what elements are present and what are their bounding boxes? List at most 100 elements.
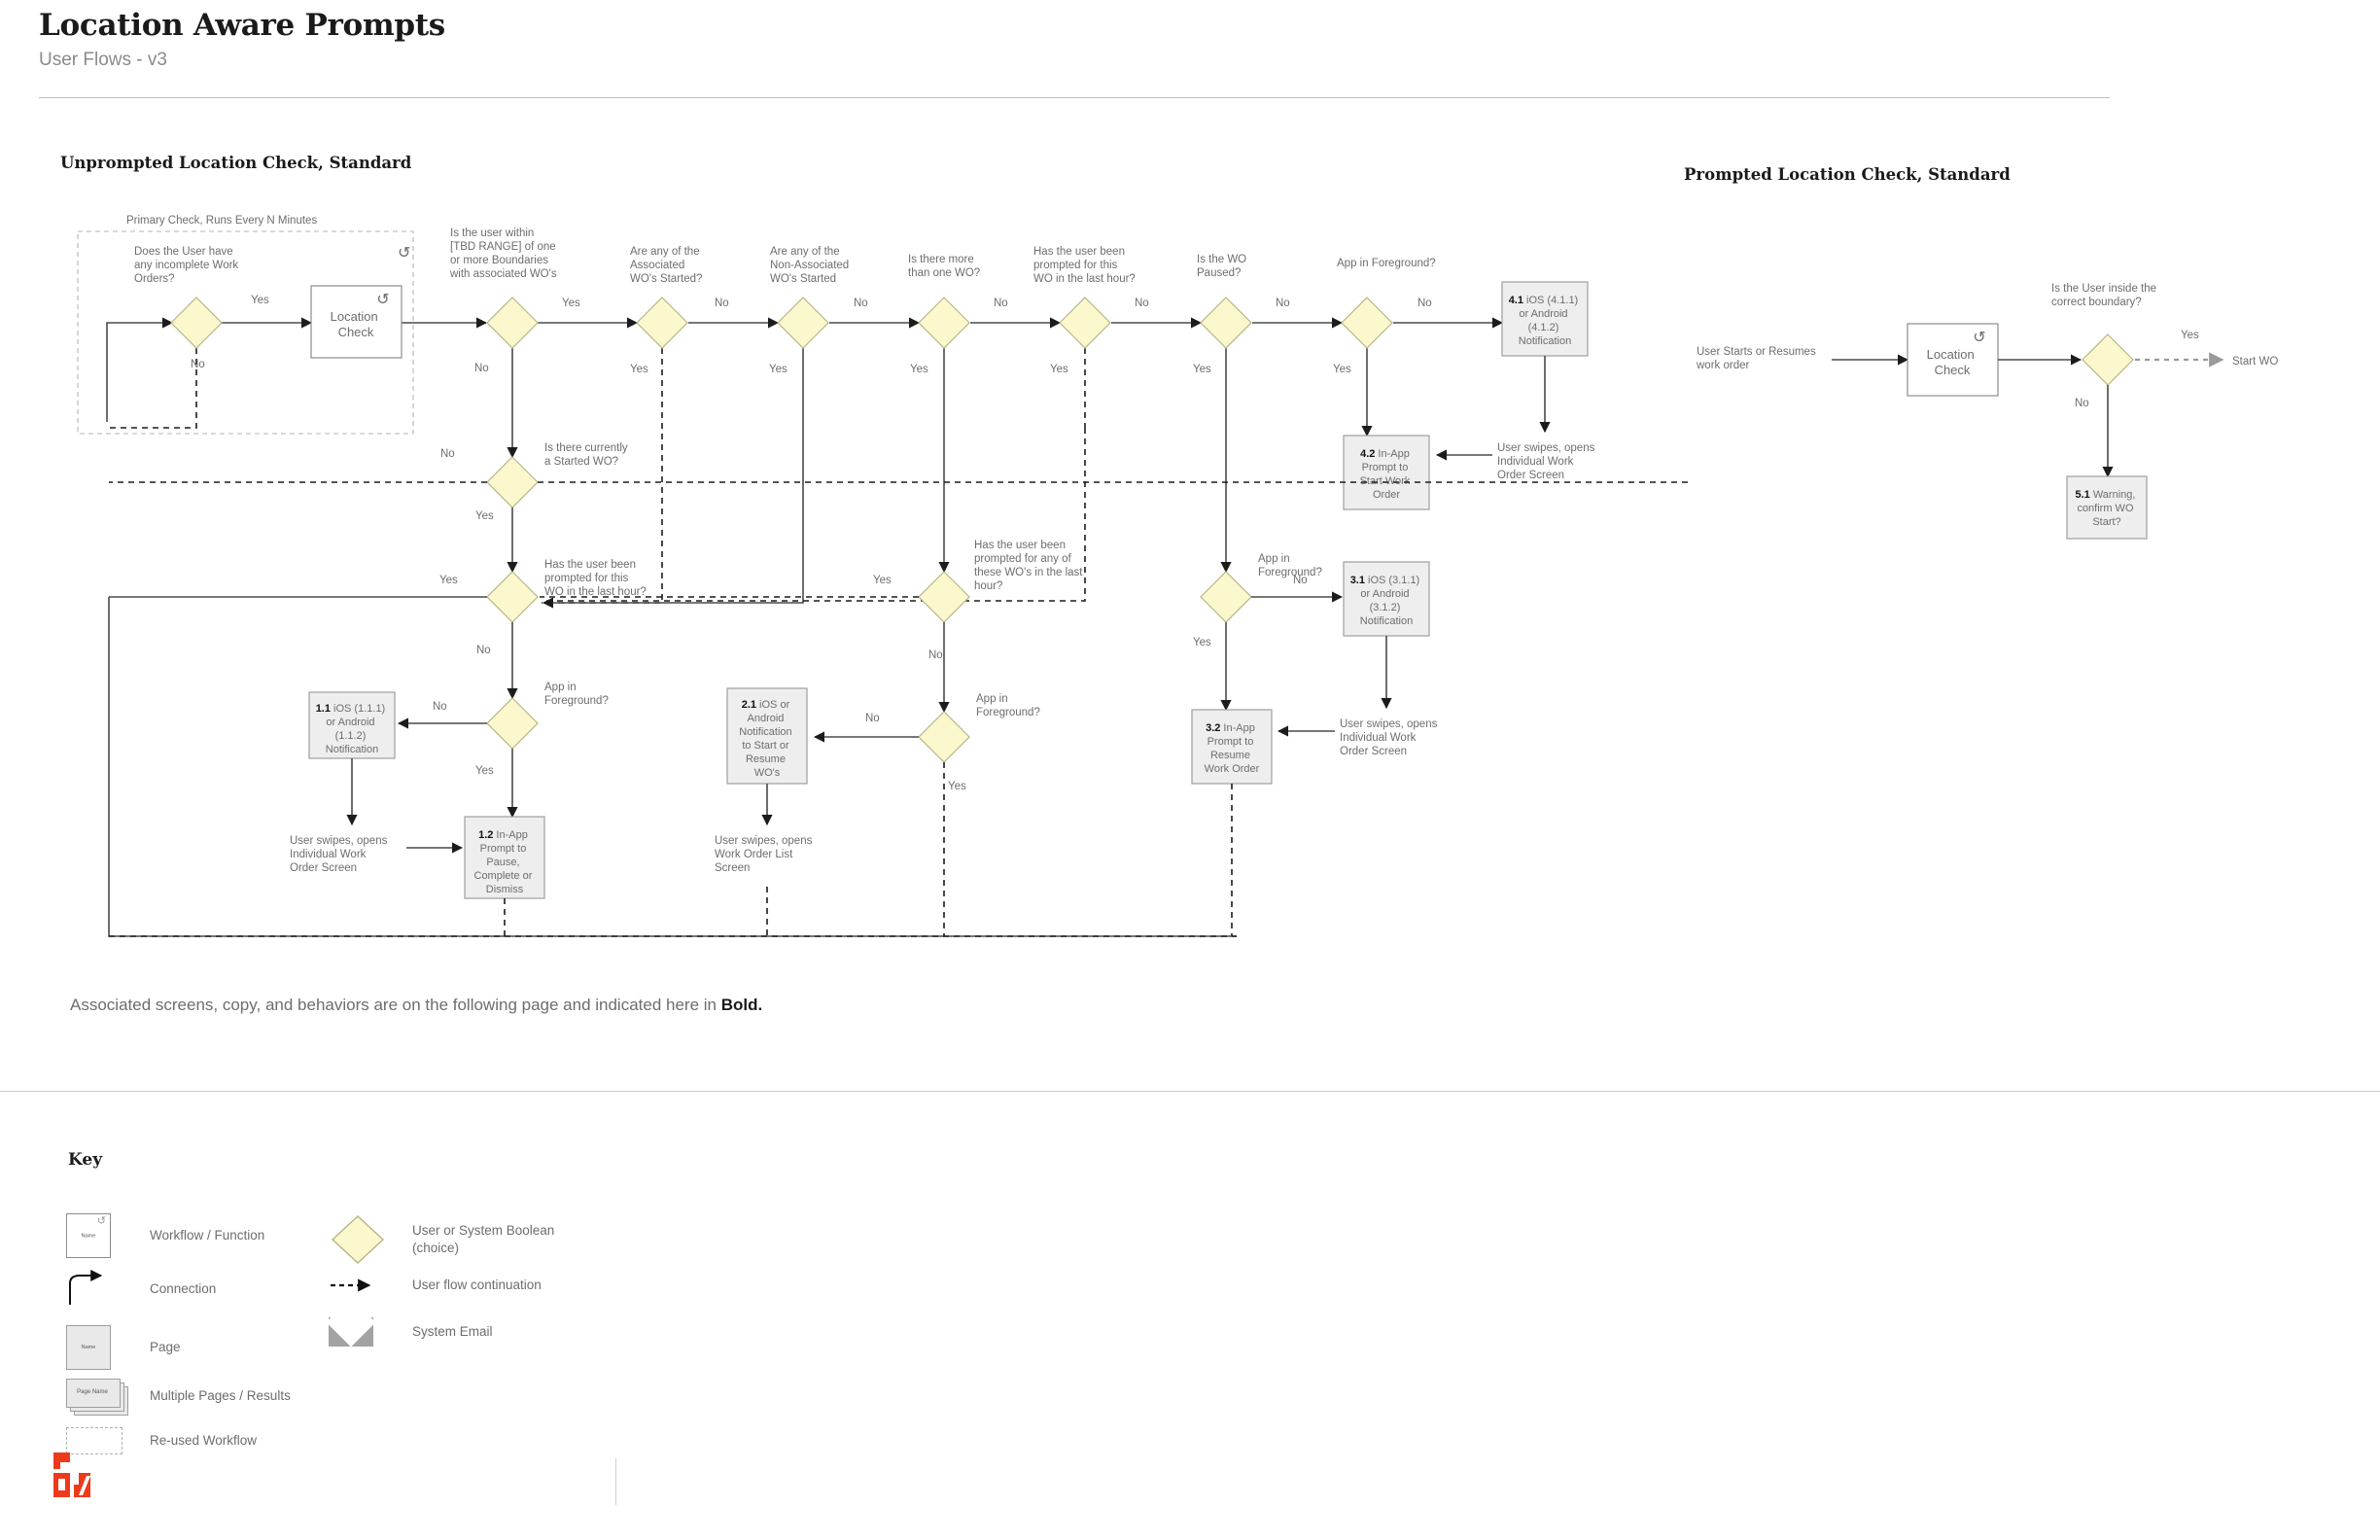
edge-label-d8-no: No <box>1418 298 1432 309</box>
svg-text:3.1 iOS (3.1.1) or Andro: 3.1 iOS (3.1.1) or Android (3.1.2) Notif… <box>1350 575 1423 627</box>
reused-workflow-icon <box>66 1427 128 1454</box>
annotation-swipe-individual-3: User swipes, opens Individual Work Order… <box>1340 718 1441 757</box>
decision-is-there-started-wo[interactable] <box>486 456 539 508</box>
edge-label-any-no: No <box>928 649 943 661</box>
node-location-check-prompted[interactable]: Location Check ↺ <box>1907 323 1999 397</box>
section-title-prompted: Prompted Location Check, Standard <box>1684 165 2011 184</box>
section-title-unprompted: Unprompted Location Check, Standard <box>60 154 412 172</box>
key-item-page: Name Page <box>66 1325 181 1370</box>
edge-label-fgleft-yes: Yes <box>475 765 494 777</box>
edge-loop-entry <box>106 317 174 422</box>
decision-label-app-fg-right: App in Foreground? <box>1258 553 1322 578</box>
box-4-2[interactable]: 4.2 In-App Prompt to Start Work Order <box>1343 435 1430 510</box>
key-label-page: Page <box>150 1339 181 1354</box>
edge-label-d3-yes: Yes <box>630 364 648 375</box>
decision-label-inside-boundary: Is the User inside the correct boundary? <box>2051 283 2159 308</box>
decision-prompted-this-wo-mid[interactable] <box>486 571 539 623</box>
box-2-1[interactable]: 2.1 iOS or Android Notification to Start… <box>726 687 808 785</box>
key-divider <box>0 1091 2380 1092</box>
annotation-swipe-list-2: User swipes, opens Work Order List Scree… <box>715 835 816 874</box>
header-divider <box>39 97 2110 98</box>
edge-label-d5-yes: Yes <box>910 364 928 375</box>
workflow-icon-name: Name <box>81 1233 96 1240</box>
edge-label-d6-no: No <box>1135 298 1149 309</box>
decision-prompted-any-wo[interactable] <box>918 571 970 623</box>
edge-d6-yes <box>545 428 1086 602</box>
edge-label-d8-yes: Yes <box>1333 364 1351 375</box>
edge-label-fgleft-no: No <box>433 701 447 713</box>
recycle-icon: ↺ <box>96 1215 106 1227</box>
svg-text:1.1 iOS (1.1.1) or Andro: 1.1 iOS (1.1.1) or Android (1.1.2) Notif… <box>316 703 389 755</box>
page-header: Location Aware Prompts User Flows - v3 <box>39 8 2110 72</box>
flow-diagram: Primary Check, Runs Every N Minutes Does… <box>77 215 2278 937</box>
page-icon-name: Name <box>81 1345 96 1350</box>
decision-label-app-fg-left: App in Foreground? <box>544 682 609 707</box>
edge-label-fgcenter-yes: Yes <box>948 781 966 792</box>
edge-label-d2-no: No <box>474 363 489 374</box>
decision-nonassoc-wo-started[interactable] <box>777 297 829 349</box>
page-tick-mark <box>615 1458 616 1505</box>
decision-assoc-wo-started[interactable] <box>636 297 688 349</box>
edge-bottom-loop <box>108 597 1237 937</box>
decision-is-wo-paused[interactable] <box>1200 297 1252 349</box>
recycle-icon-prompted: ↺ <box>1973 330 1985 346</box>
dashed-arrow-icon <box>329 1278 391 1293</box>
box-5-1[interactable]: 5.1 Warning, confirm WO Start? <box>2066 475 2148 540</box>
edge-d1-no <box>109 348 197 429</box>
multiple-pages-icon: Page Name <box>66 1379 128 1416</box>
decision-app-fg-left[interactable] <box>486 697 539 750</box>
decision-more-than-one-wo[interactable] <box>918 297 970 349</box>
edge-label-fgright-yes: Yes <box>1193 637 1211 648</box>
decision-prompted-this-wo-top[interactable] <box>1059 297 1111 349</box>
key-label-flow-continuation: User flow continuation <box>412 1278 542 1292</box>
decision-label-prompted-this-wo-mid: Has the user been prompted for this WO i… <box>544 559 647 598</box>
decision-within-range[interactable] <box>486 297 539 349</box>
decision-label-prompted-any: Has the user been prompted for any of th… <box>974 540 1086 592</box>
group-primary-check-label: Primary Check, Runs Every N Minutes <box>126 215 317 227</box>
svg-text:1.2 In-App Prompt to: 1.2 In-App Prompt to Pause, Complete or … <box>474 829 536 895</box>
edge-label-started-yes: Yes <box>475 510 494 522</box>
svg-text:4.2 In-App Prompt to: 4.2 In-App Prompt to Start Work Order <box>1360 448 1414 501</box>
edge-label-mid-yes: Yes <box>439 575 458 586</box>
decision-inside-boundary[interactable] <box>2082 333 2134 386</box>
decision-label-assoc-started: Are any of the Associated WO's Started? <box>630 246 703 285</box>
decision-app-fg-right[interactable] <box>1200 571 1252 623</box>
box-1-1[interactable]: 1.1 iOS (1.1.1) or Android (1.1.2) Notif… <box>308 691 396 759</box>
box-3-2[interactable]: 3.2 In-App Prompt to Resume Work Order <box>1191 709 1273 785</box>
decision-label-wo-paused: Is the WO Paused? <box>1197 254 1249 279</box>
decision-label-app-fg-center: App in Foreground? <box>976 693 1040 718</box>
edge-label-d5-no: No <box>994 298 1008 309</box>
key-item-reused-workflow: Re-used Workflow <box>66 1427 257 1454</box>
node-location-check-primary[interactable]: Location Check ↺ <box>310 285 402 359</box>
key-item-system-email: System Email <box>329 1317 493 1347</box>
key-label-multiple-pages: Multiple Pages / Results <box>150 1387 291 1403</box>
edge-label-fgcenter-no: No <box>865 713 880 724</box>
box-3-1[interactable]: 3.1 iOS (3.1.1) or Android (3.1.2) Notif… <box>1343 561 1430 637</box>
key-item-multiple-pages: Page Name Multiple Pages / Results <box>66 1379 291 1416</box>
svg-text:Location Check: Location Check <box>331 309 382 339</box>
edge-label-d7-no: No <box>1276 298 1290 309</box>
box-1-2[interactable]: 1.2 In-App Prompt to Pause, Complete or … <box>464 816 545 899</box>
key-title: Key <box>68 1150 103 1170</box>
page-subtitle: User Flows - v3 <box>39 50 167 71</box>
decision-app-fg-center[interactable] <box>918 711 970 763</box>
key-item-workflow: ↺ Name Workflow / Function <box>66 1213 264 1258</box>
key-label-connection: Connection <box>150 1280 217 1296</box>
svg-text:Location Check: Location Check <box>1927 347 1978 377</box>
annotation-swipe-individual-4: User swipes, opens Individual Work Order… <box>1497 442 1598 481</box>
edge-label-d4-yes: Yes <box>769 364 788 375</box>
footnote: Associated screens, copy, and behaviors … <box>70 996 762 1015</box>
page-title: Location Aware Prompts <box>39 8 445 43</box>
key-item-connection: Connection <box>66 1270 216 1309</box>
edge-label-d6-yes: Yes <box>1050 364 1068 375</box>
envelope-icon <box>329 1317 391 1347</box>
multiple-pages-icon-name: Page Name <box>77 1389 108 1395</box>
decision-app-in-foreground-top[interactable] <box>1341 297 1393 349</box>
key-label-workflow: Workflow / Function <box>150 1227 265 1242</box>
edge-label-mid-no: No <box>476 645 491 656</box>
edge-label-boundary-yes: Yes <box>2181 330 2199 341</box>
decision-does-user-have-incomplete-wo[interactable] <box>170 297 223 349</box>
box-4-1[interactable]: 4.1 iOS (4.1.1) or Android (4.1.2) Notif… <box>1501 281 1589 357</box>
decision-label-incomplete-wo: Does the User have any incomplete Work O… <box>134 246 241 285</box>
edge-label-d1-no: No <box>191 359 205 370</box>
